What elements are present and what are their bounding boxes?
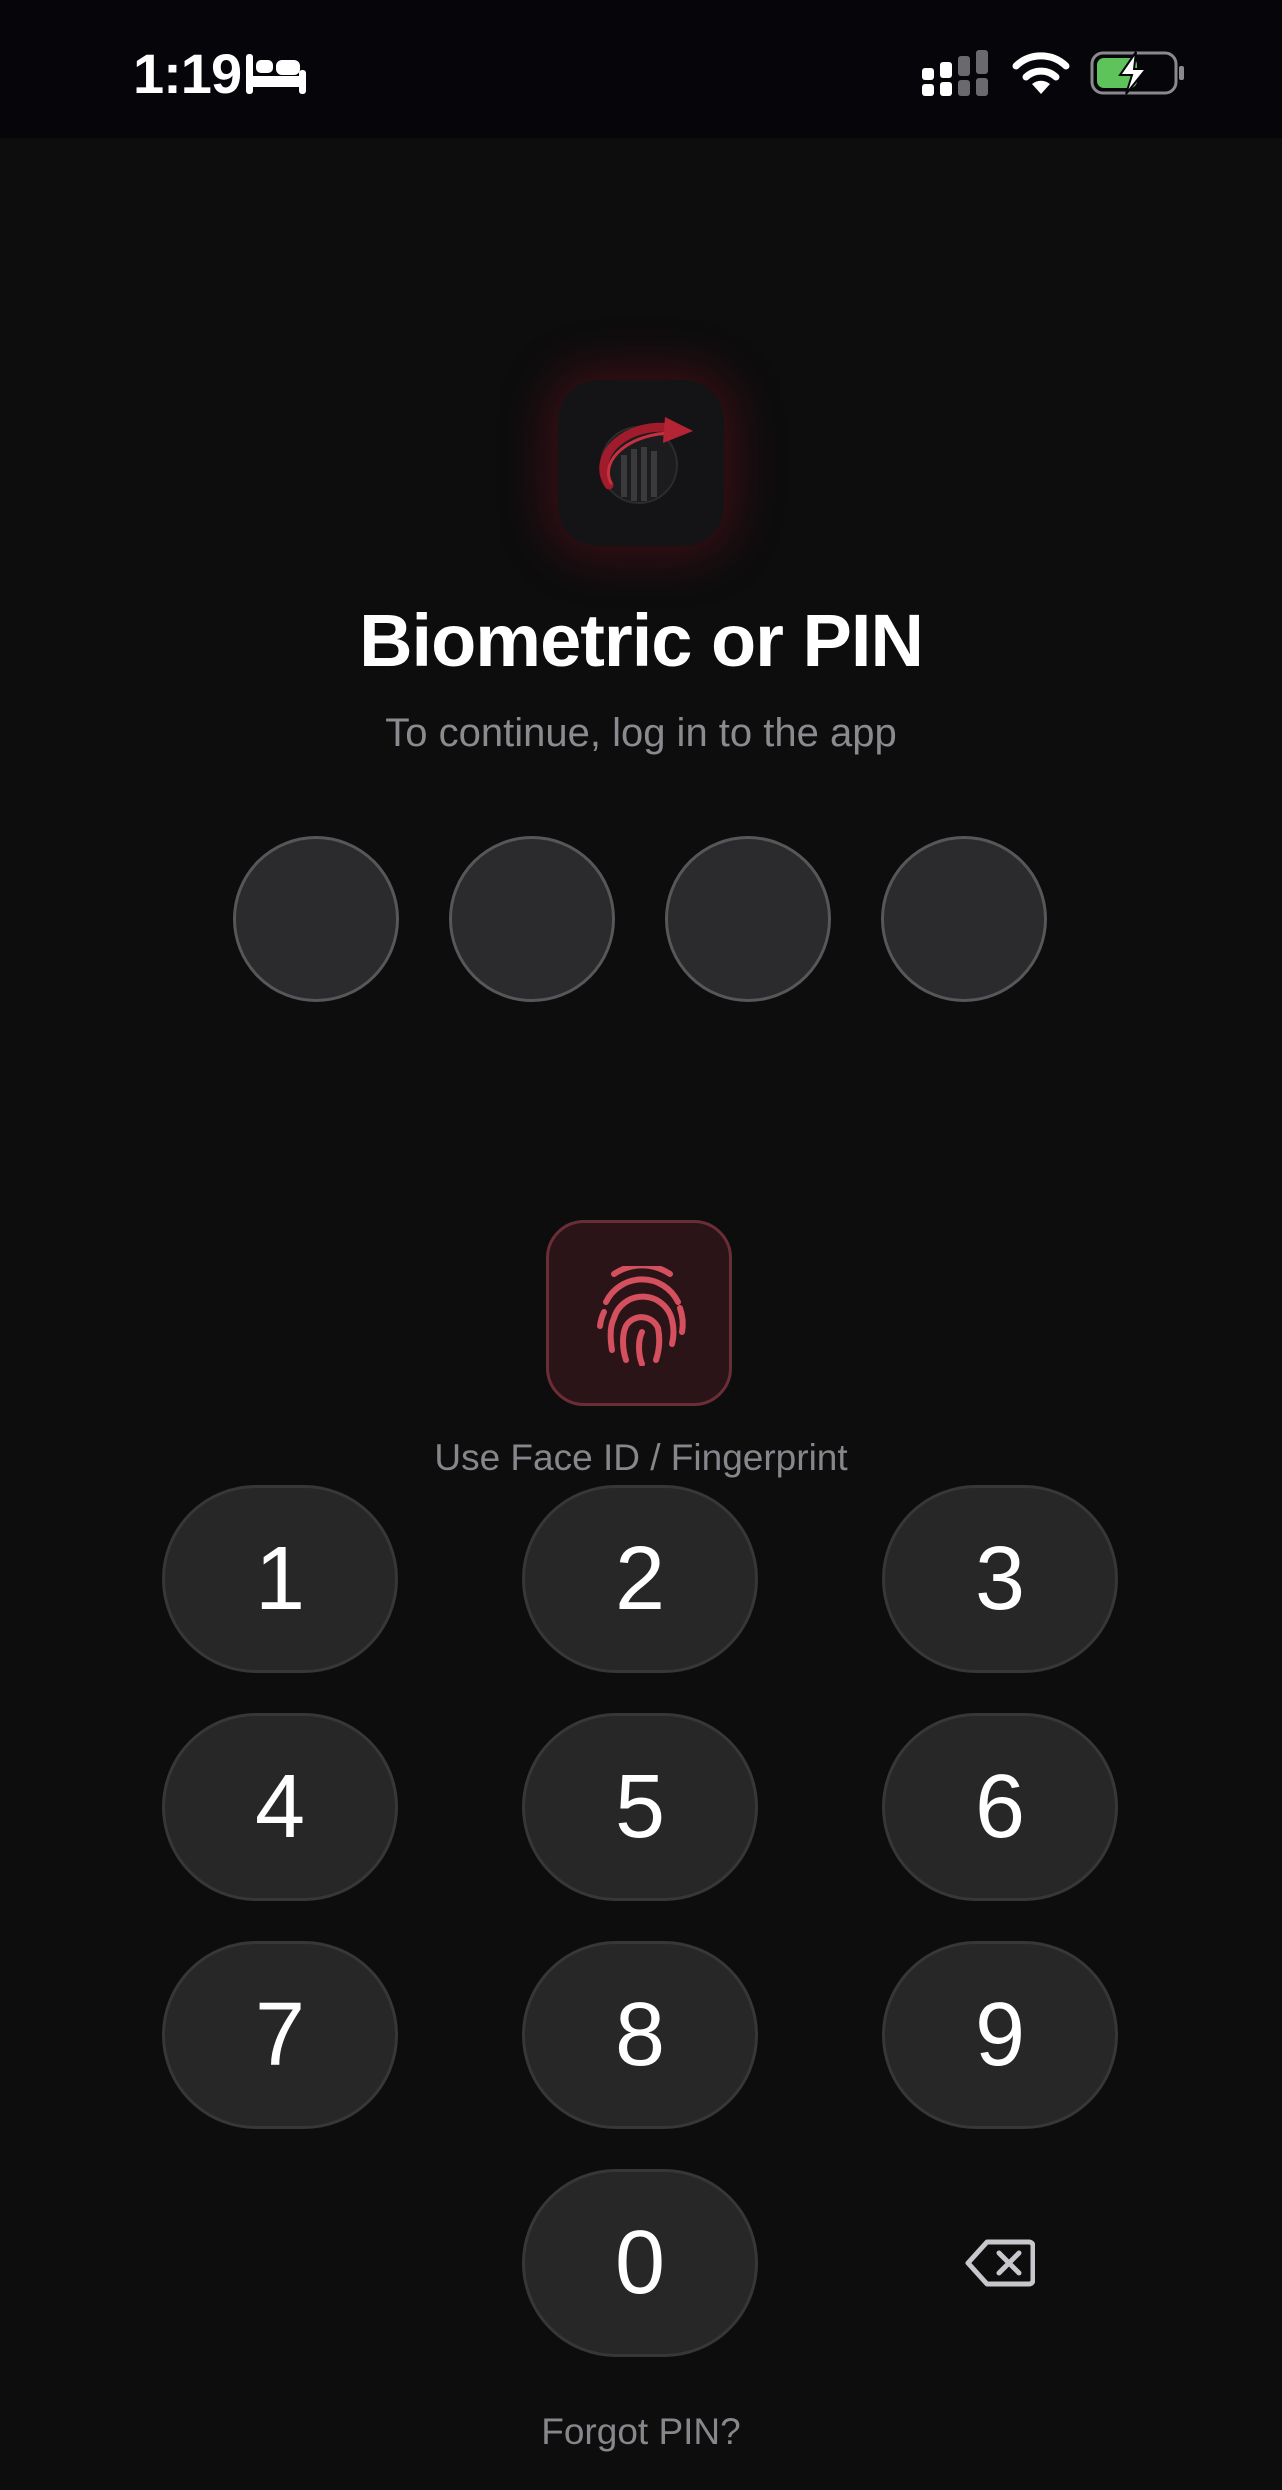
wifi-icon [1010, 50, 1072, 101]
pin-dot [665, 836, 831, 1002]
forgot-pin-link[interactable]: Forgot PIN? [0, 2406, 1282, 2458]
key-1[interactable]: 1 [162, 1485, 398, 1673]
key-6[interactable]: 6 [882, 1713, 1118, 1901]
bed-icon [246, 54, 306, 99]
key-4[interactable]: 4 [162, 1713, 398, 1901]
biometric-button[interactable] [546, 1220, 732, 1406]
status-bar: 1:19 [0, 0, 1282, 138]
key-7[interactable]: 7 [162, 1941, 398, 2129]
status-time: 1:19 [133, 42, 242, 105]
cellular-signal-icon [922, 50, 990, 101]
biometric-label: Use Face ID / Fingerprint [434, 1437, 848, 1478]
key-3[interactable]: 3 [882, 1485, 1118, 1673]
pin-dot [449, 836, 615, 1002]
pin-dot [881, 836, 1047, 1002]
page-subtitle: To continue, log in to the app [385, 711, 897, 755]
key-0[interactable]: 0 [522, 2169, 758, 2357]
backspace-button[interactable] [882, 2169, 1118, 2357]
key-2[interactable]: 2 [522, 1485, 758, 1673]
fingerprint-icon [597, 1266, 686, 1366]
key-8[interactable]: 8 [522, 1941, 758, 2129]
key-9[interactable]: 9 [882, 1941, 1118, 2129]
app-logo-icon [599, 417, 693, 504]
key-5[interactable]: 5 [522, 1713, 758, 1901]
pin-dot [233, 836, 399, 1002]
page-title: Biometric or PIN [359, 599, 924, 682]
app-logo [558, 380, 724, 546]
backspace-icon [965, 2239, 1035, 2287]
battery-charging-icon [1090, 50, 1186, 101]
